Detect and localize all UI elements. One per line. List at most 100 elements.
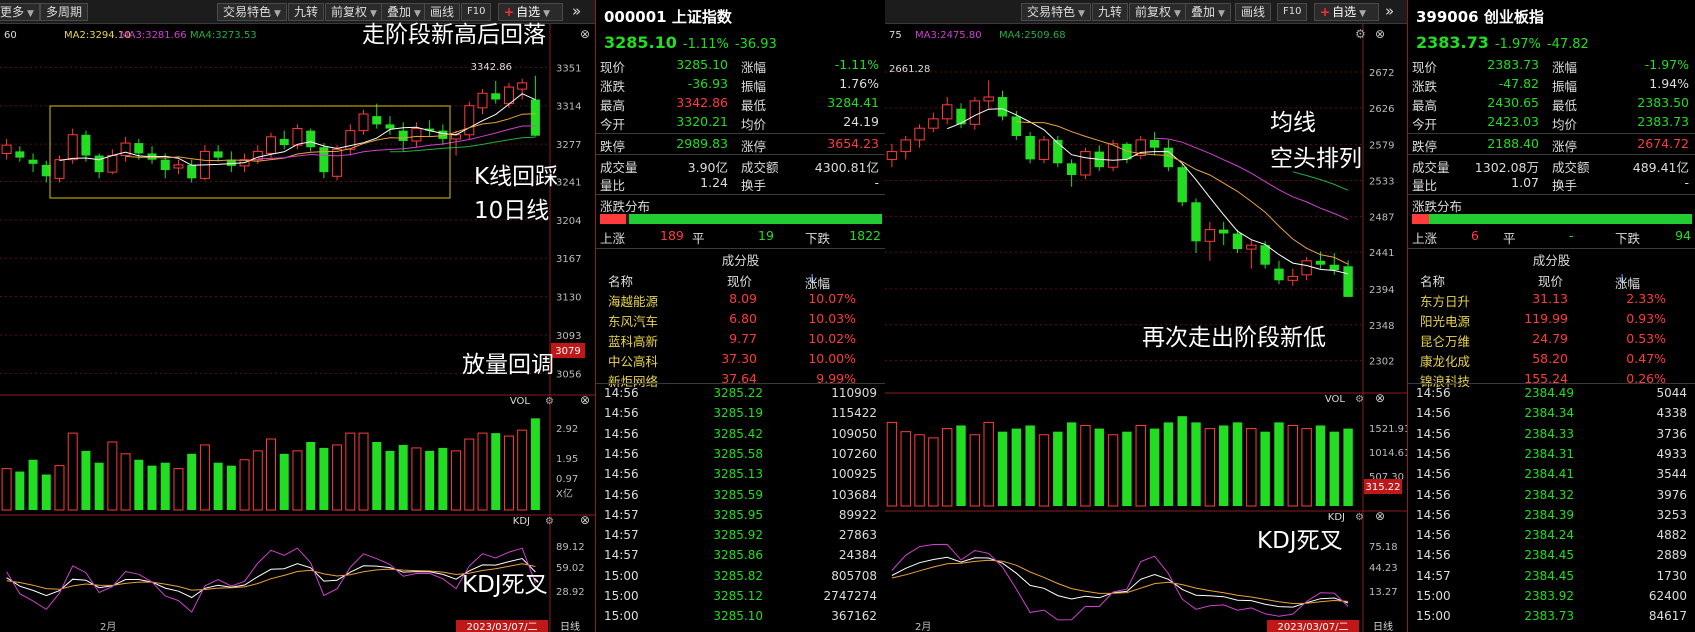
candle xyxy=(1025,136,1035,160)
volume-bar xyxy=(464,438,475,511)
tick-volume: 5044 xyxy=(1656,386,1687,400)
list-item[interactable]: 东风汽车 6.80 10.03% xyxy=(596,309,885,329)
header-pct[interactable]: 涨幅 ↓ xyxy=(1615,271,1640,291)
price-axis-label: 3093 xyxy=(556,331,581,342)
quote-row: 最高 2430.65 最低 2383.50 xyxy=(1408,93,1695,113)
candle xyxy=(914,127,925,141)
distribution-bar xyxy=(1412,214,1692,224)
table-row: 14:57 3285.92 27863 xyxy=(596,527,885,545)
volume-bar xyxy=(1204,428,1216,507)
stock-pct: 0.93% xyxy=(1626,311,1666,326)
candle xyxy=(120,142,131,157)
tick-volume: 109050 xyxy=(831,426,877,441)
header-price: 现价 xyxy=(727,274,753,289)
candle xyxy=(81,134,91,156)
chinext-price-line: 2383.73 -1.97% -47.82 xyxy=(1416,33,1589,52)
volume-bar xyxy=(1287,424,1298,507)
daily-tab: 日线 xyxy=(1373,620,1393,632)
header-pct[interactable]: 涨幅 ↓ xyxy=(805,271,830,291)
stock-price: 6.80 xyxy=(729,311,757,326)
table-row: 15:00 3285.10 367162 xyxy=(596,608,885,626)
volume-bar xyxy=(1329,431,1339,506)
price-axis-label: 2394 xyxy=(1369,285,1394,296)
tick-price: 3285.95 xyxy=(713,507,763,522)
candle xyxy=(15,151,25,158)
close-icon: ⊗ xyxy=(580,513,590,527)
volume-bar xyxy=(107,441,118,511)
annotation-kline-pullback: K线回踩 xyxy=(474,164,559,190)
tick-time: 14:56 xyxy=(1416,507,1451,522)
tick-time: 14:56 xyxy=(1416,426,1451,441)
header-name: 名称 xyxy=(608,274,634,289)
index-pct: -1.97% xyxy=(1494,37,1541,52)
tick-time: 14:56 xyxy=(1416,487,1451,502)
list-item[interactable]: 昆仑万维 24.79 0.53% xyxy=(1408,329,1695,349)
candle xyxy=(358,113,369,132)
candle xyxy=(1315,260,1326,265)
tick-volume: 89922 xyxy=(838,507,877,522)
quote-value: -1.97% xyxy=(1644,57,1689,72)
tick-price: 2384.33 xyxy=(1524,426,1574,441)
list-item[interactable]: 康龙化成 58.20 0.47% xyxy=(1408,349,1695,369)
kdj-axis-label: 13.27 xyxy=(1369,587,1398,598)
stock-pct: 0.47% xyxy=(1626,351,1666,366)
candle xyxy=(213,151,223,158)
tick-price: 2384.45 xyxy=(1524,568,1574,583)
kdj-label: KDJ xyxy=(1328,512,1345,523)
candle xyxy=(134,143,144,154)
annotation-ma-bearish: 空头排列 xyxy=(1270,146,1362,172)
tick-volume: 4882 xyxy=(1656,528,1687,543)
tick-volume: 4933 xyxy=(1656,446,1687,461)
volume-value: 1.07 xyxy=(1511,175,1539,190)
limit-row: 跌停 2989.83 涨停 3654.23 xyxy=(596,133,885,154)
price-axis-label: 3241 xyxy=(556,177,581,188)
stock-price: 58.20 xyxy=(1532,351,1568,366)
volume-row: 成交量 3.90亿 成交额 4300.81亿 xyxy=(596,154,885,175)
volume-label: 换手 xyxy=(1552,178,1578,193)
volume-bar xyxy=(398,444,408,510)
tick-time: 14:57 xyxy=(604,548,639,563)
month-label: 2月 xyxy=(100,621,116,632)
list-item[interactable]: 海越能源 8.09 10.07% xyxy=(596,289,885,309)
list-item[interactable]: 中公高科 37.30 10.00% xyxy=(596,349,885,369)
price-axis-label: 2533 xyxy=(1369,176,1394,187)
tick-price: 3285.10 xyxy=(713,609,763,624)
candle xyxy=(266,136,276,154)
tick-price: 2384.41 xyxy=(1524,467,1574,482)
tick-price: 3285.82 xyxy=(713,568,763,583)
list-item[interactable]: 阳光电源 119.99 0.93% xyxy=(1408,309,1695,329)
index-name: 上证指数 xyxy=(671,8,732,26)
candle xyxy=(279,138,289,146)
volume-bar xyxy=(319,447,329,510)
annotation-ma-line: 均线 xyxy=(1270,110,1316,136)
tick-price: 3285.19 xyxy=(713,406,763,421)
quote-value: -1.11% xyxy=(834,57,879,72)
volume-bar xyxy=(266,438,276,511)
date-tag-text: 2023/03/07/二 xyxy=(1277,622,1348,632)
price-axis-label: 3204 xyxy=(556,216,581,227)
volume-bar xyxy=(187,453,197,510)
list-item[interactable]: 东方日升 31.13 2.33% xyxy=(1408,289,1695,309)
list-item[interactable]: 蓝科高新 9.77 10.02% xyxy=(596,329,885,349)
volume-value: - xyxy=(1684,175,1689,190)
flat-count: 19 xyxy=(758,228,774,243)
tick-time: 14:57 xyxy=(1416,568,1451,583)
candle xyxy=(1329,264,1339,271)
candle xyxy=(1038,139,1050,160)
candle xyxy=(372,116,382,125)
close-icon: ⊗ xyxy=(1375,391,1385,405)
stock-name: 东方日升 xyxy=(1420,294,1471,309)
volume-bar xyxy=(942,428,953,507)
vol-label: VOL xyxy=(1325,394,1346,405)
quote-value: -36.93 xyxy=(687,76,728,91)
limit-up-label: 涨停 xyxy=(741,139,767,154)
limit-down-value: 2989.83 xyxy=(676,136,728,151)
table-row: 14:57 2384.45 1730 xyxy=(1408,568,1695,586)
limit-up-label: 涨停 xyxy=(1552,139,1578,154)
stock-pct: 0.53% xyxy=(1626,331,1666,346)
volume-bar xyxy=(914,434,925,507)
distribution-divider xyxy=(1408,194,1695,195)
price-axis-label: 2302 xyxy=(1369,357,1394,368)
table-row: 14:57 3285.95 89922 xyxy=(596,507,885,525)
volume-bar xyxy=(969,434,981,507)
